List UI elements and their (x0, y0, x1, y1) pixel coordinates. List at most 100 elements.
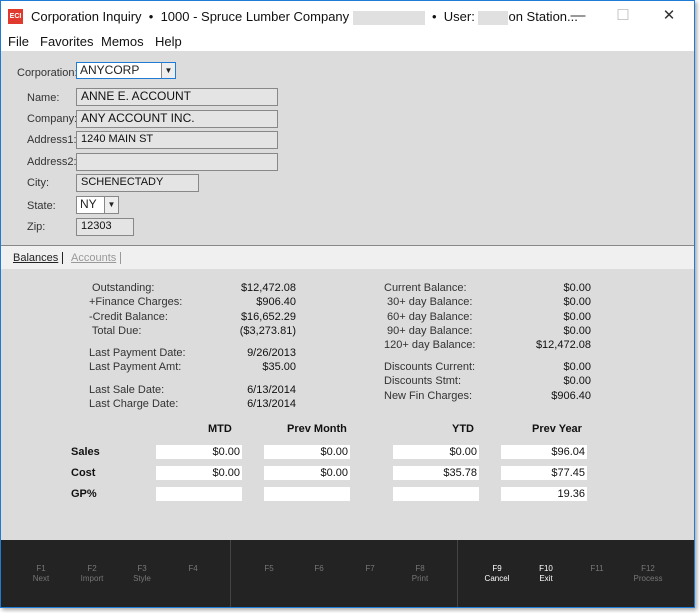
chevron-down-icon[interactable]: ▼ (161, 63, 175, 78)
balance-value: $906.40 (551, 390, 591, 402)
menu-bar: File Favorites Memos Help (1, 31, 694, 51)
balance-label: 90+ day Balance: (384, 325, 473, 337)
tab-accounts[interactable]: Accounts (71, 252, 122, 264)
zip-label: Zip: (27, 221, 46, 233)
grid-cell: $0.00 (156, 445, 242, 459)
function-key-bar: F1 Next F2 Import F3 Style F4 F5 F6 F7 F8 Print F9 Ca… (1, 540, 694, 607)
fkey-key: F4 (188, 564, 198, 573)
menu-help[interactable]: Help (155, 34, 182, 49)
corporation-inquiry-window: ECI Corporation Inquiry • 1000 - Spruce … (0, 0, 695, 608)
balance-label: Total Due: (89, 325, 142, 337)
row-label-cost: Cost (71, 467, 96, 479)
balance-value: $16,652.29 (240, 311, 296, 323)
redacted (478, 10, 509, 25)
grid-cell: $0.00 (393, 445, 479, 459)
row-label-gp-pct: GP% (71, 488, 97, 500)
grid-cell (264, 487, 350, 501)
window-title: Corporation Inquiry • 1000 - Spruce Lumb… (31, 9, 578, 25)
balance-value: $0.00 (563, 375, 591, 387)
balance-value: $12,472.08 (240, 282, 296, 294)
fkey-f4-button[interactable]: F4 (163, 564, 223, 574)
grid-cell: $0.00 (264, 466, 350, 480)
balance-value: $0.00 (563, 311, 591, 323)
fkey-key: F12 (641, 564, 655, 573)
balance-label: -Credit Balance: (89, 311, 168, 323)
balance-value: 9/26/2013 (247, 347, 296, 359)
fkey-label: Style (133, 574, 151, 583)
company-field[interactable]: ANY ACCOUNT INC. (76, 110, 278, 128)
close-button[interactable]: ✕ (654, 5, 684, 27)
address1-label: Address1: (27, 134, 77, 146)
title-bar: ECI Corporation Inquiry • 1000 - Spruce … (1, 1, 694, 31)
company-label: Company: (27, 113, 78, 125)
divider (230, 540, 231, 607)
balance-value: $0.00 (563, 361, 591, 373)
balance-value: $0.00 (563, 325, 591, 337)
city-label: City: (27, 177, 49, 189)
fkey-label: Process (633, 574, 663, 583)
chevron-down-icon[interactable]: ▼ (104, 197, 118, 213)
tab-strip: Balances Accounts (1, 246, 694, 269)
column-header-prev-month: Prev Month (287, 423, 347, 435)
city-field[interactable]: SCHENECTADY (76, 174, 199, 192)
balance-label: Discounts Current: (384, 361, 476, 373)
balance-value: $0.00 (563, 296, 591, 308)
company-text: 1000 - Spruce Lumber Company (160, 9, 350, 24)
balance-value: $35.00 (262, 361, 296, 373)
balance-value: 6/13/2014 (247, 384, 296, 396)
menu-file[interactable]: File (8, 34, 29, 49)
address1-field[interactable]: 1240 MAIN ST (76, 131, 278, 149)
column-header-mtd: MTD (208, 423, 232, 435)
grid-cell: $77.45 (501, 466, 587, 480)
grid-cell (156, 487, 242, 501)
corporation-select[interactable]: ANYCORP ▼ (76, 62, 176, 79)
corporation-label: Corporation: (17, 67, 78, 79)
balance-label: Outstanding: (89, 282, 155, 294)
name-field[interactable]: ANNE E. ACCOUNT (76, 88, 278, 106)
grid-cell (393, 487, 479, 501)
fkey-label: Print (411, 574, 429, 583)
column-header-ytd: YTD (452, 423, 474, 435)
eci-logo: ECI (8, 9, 23, 24)
state-label: State: (27, 200, 56, 212)
balance-label: 30+ day Balance: (384, 296, 473, 308)
minimize-button[interactable]: — (563, 5, 593, 27)
fkey-f8-button[interactable]: F8 Print (390, 564, 450, 584)
tab-balances[interactable]: Balances (13, 252, 64, 264)
title-text: Corporation Inquiry (31, 9, 142, 24)
zip-field[interactable]: 12303 (76, 218, 134, 236)
balance-label: 60+ day Balance: (384, 311, 473, 323)
grid-cell: 19.36 (501, 487, 587, 501)
balance-label: Last Sale Date: (89, 384, 165, 396)
address2-label: Address2: (27, 156, 77, 168)
grid-cell: $96.04 (501, 445, 587, 459)
user-prefix: User: (443, 9, 475, 24)
balance-label: New Fin Charges: (384, 390, 473, 402)
balance-label: 120+ day Balance: (384, 339, 476, 351)
maximize-button[interactable]: ☐ (608, 5, 638, 27)
divider (457, 540, 458, 607)
state-select[interactable]: NY ▼ (76, 196, 119, 214)
balance-label: Discounts Stmt: (384, 375, 462, 387)
name-label: Name: (27, 92, 60, 104)
state-value: NY (80, 197, 97, 211)
menu-favorites[interactable]: Favorites (40, 34, 93, 49)
balance-value: $12,472.08 (535, 339, 591, 351)
balance-label: Last Charge Date: (89, 398, 179, 410)
fkey-f12-button[interactable]: F12 Process (618, 564, 678, 584)
row-label-sales: Sales (71, 446, 100, 458)
balance-label: +Finance Charges: (89, 296, 183, 308)
menu-memos[interactable]: Memos (101, 34, 144, 49)
balance-value: 6/13/2014 (247, 398, 296, 410)
balance-value: $0.00 (563, 282, 591, 294)
grid-cell: $0.00 (156, 466, 242, 480)
balance-label: Last Payment Amt: (89, 361, 182, 373)
balance-label: Last Payment Date: (89, 347, 186, 359)
grid-cell: $35.78 (393, 466, 479, 480)
balance-label: Current Balance: (384, 282, 467, 294)
balance-value: ($3,273.81) (239, 325, 296, 337)
grid-cell: $0.00 (264, 445, 350, 459)
address2-field[interactable] (76, 153, 278, 171)
corporation-value: ANYCORP (80, 63, 140, 77)
fkey-label: Exit (539, 574, 553, 583)
